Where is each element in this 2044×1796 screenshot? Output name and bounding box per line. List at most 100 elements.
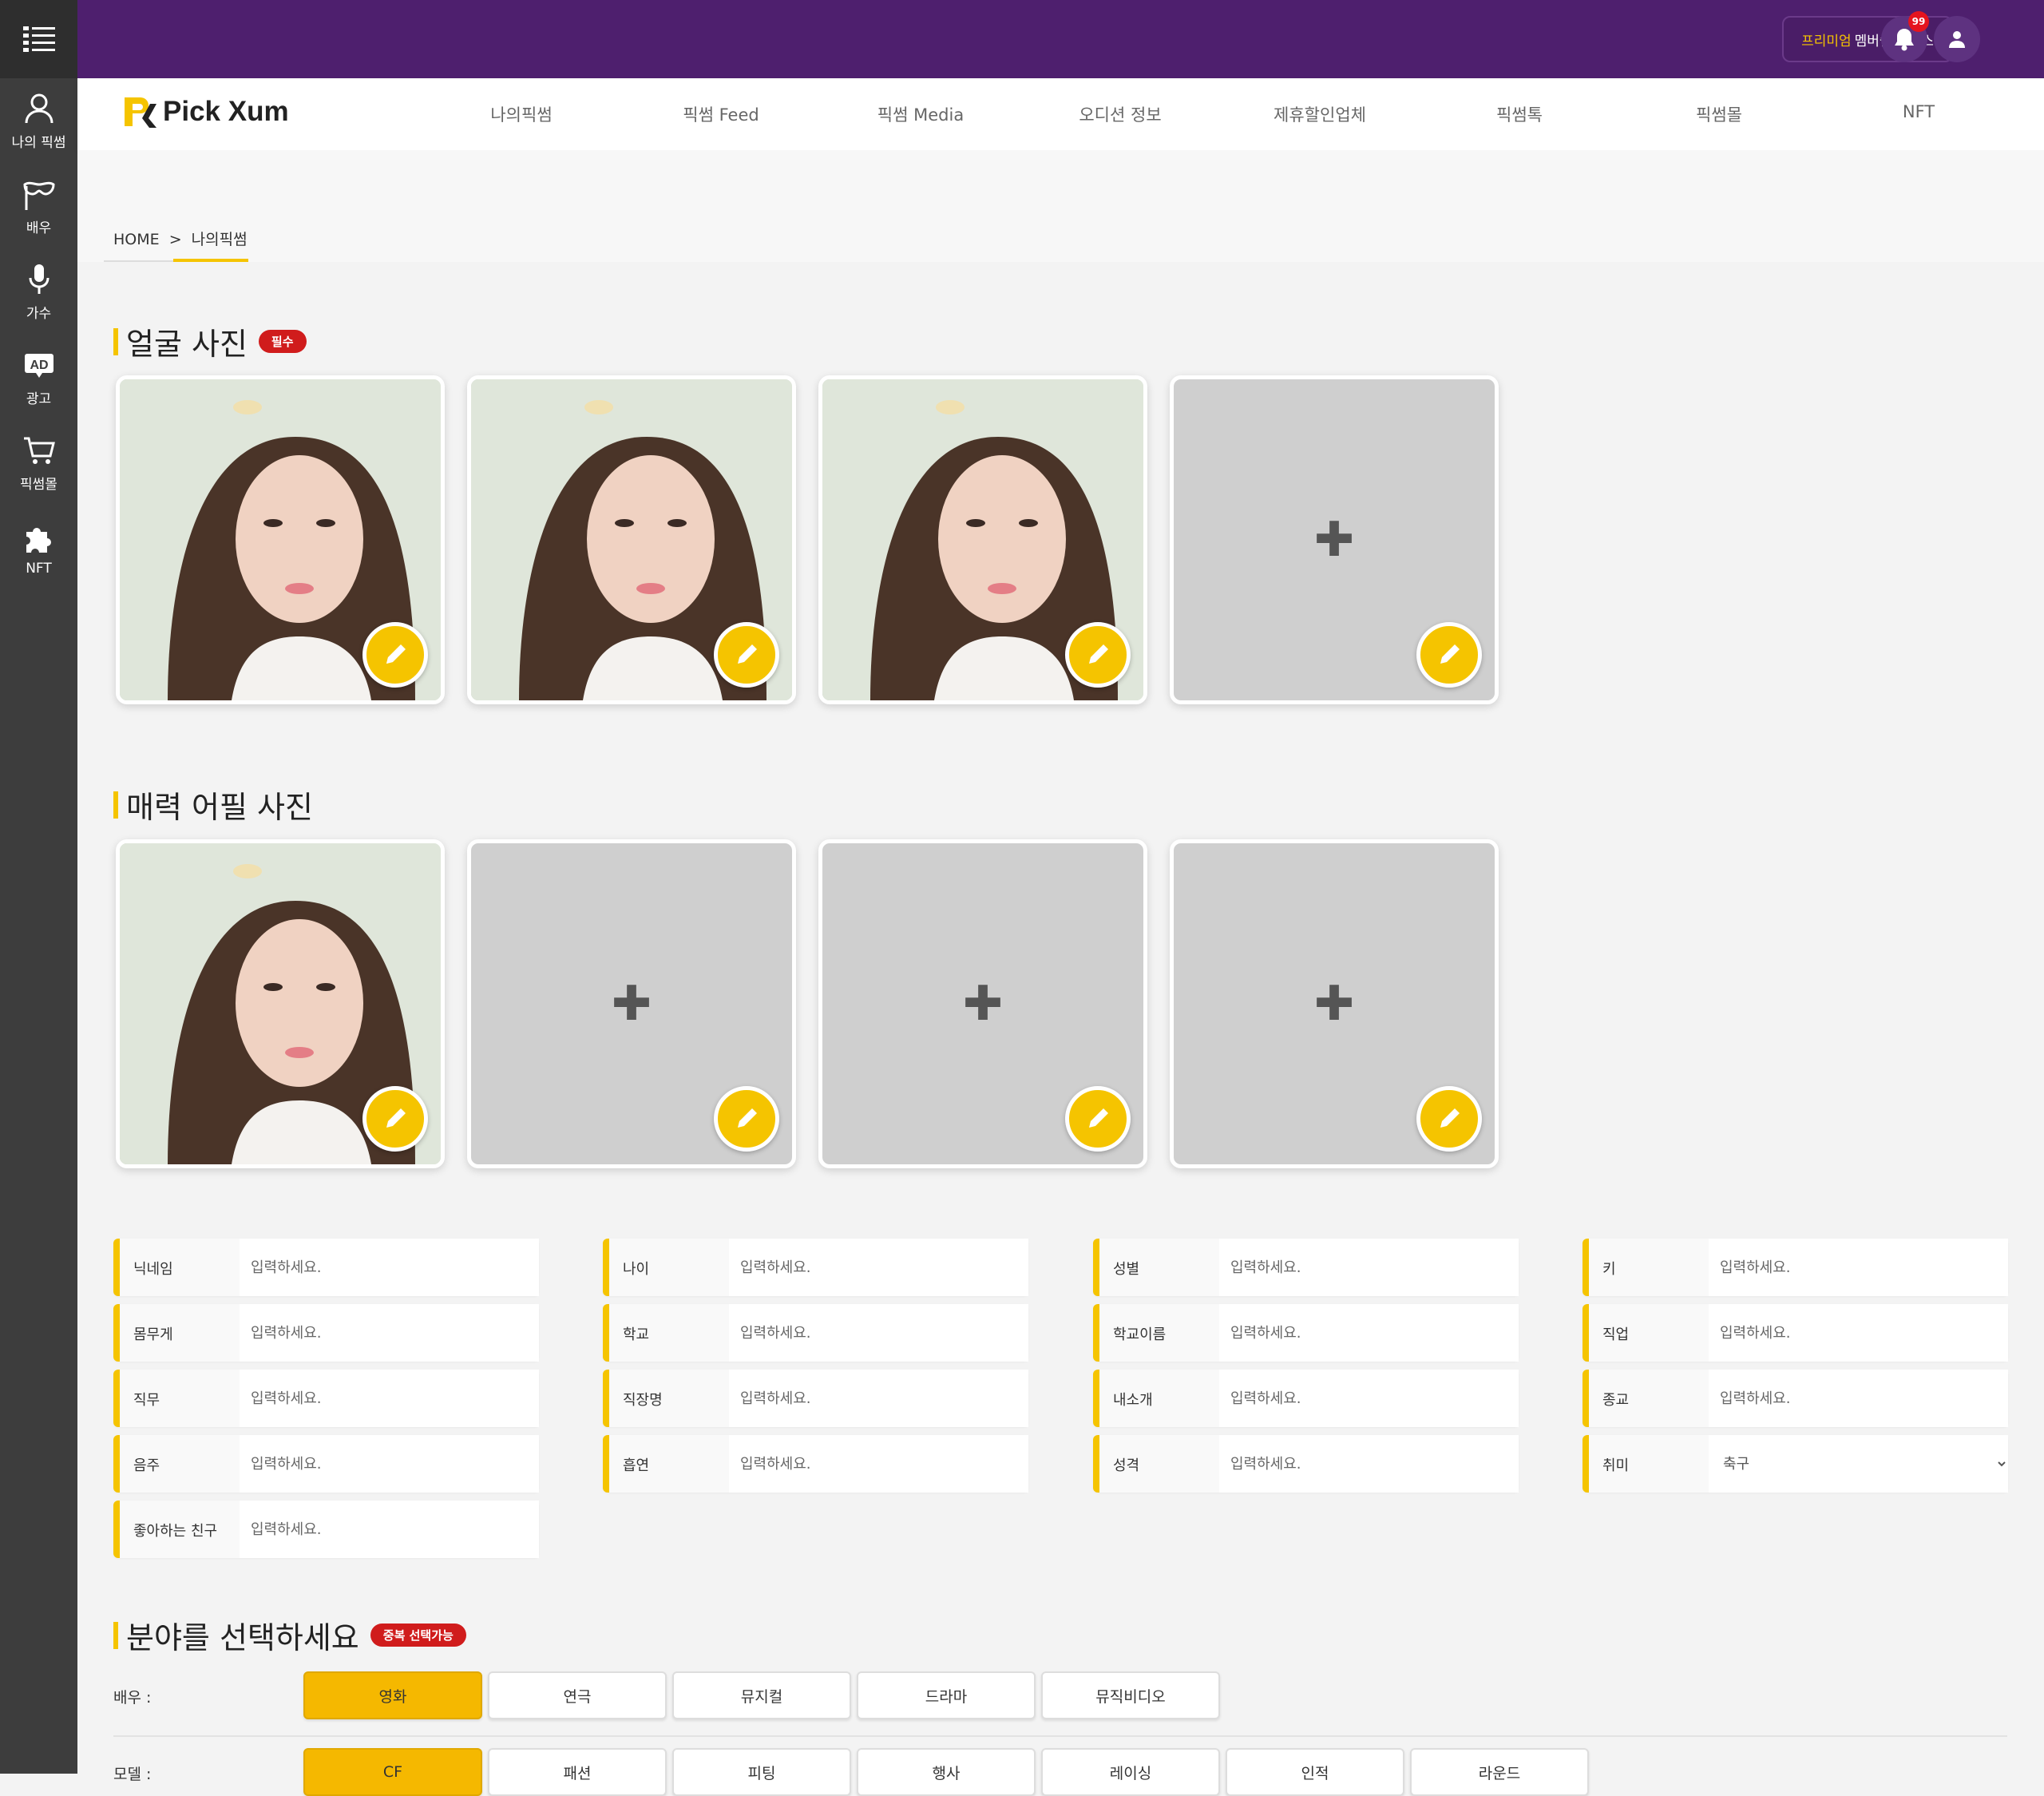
edit-button[interactable] (362, 622, 428, 688)
face-photos-title-text: 얼굴 사진 (126, 327, 248, 362)
actor-row-label: 배우 : (113, 1689, 152, 1707)
category-musical[interactable]: 뮤지컬 (672, 1671, 851, 1719)
appeal-photo-add[interactable]: ✚ (467, 839, 796, 1168)
field-label: 음주 (133, 1457, 160, 1474)
nav-item-my-pickxum[interactable]: 나의픽썸 (490, 102, 552, 126)
sidebar-item-mall[interactable]: 픽썸몰 (0, 420, 77, 505)
job-input[interactable] (1709, 1304, 2008, 1362)
edit-button[interactable] (1416, 622, 1482, 688)
sidebar-item-label: NFT (26, 560, 52, 577)
plus-icon: ✚ (1313, 512, 1355, 568)
premium-highlight: 프리미엄 (1801, 33, 1852, 50)
category-fashion[interactable]: 패션 (488, 1748, 667, 1796)
breadcrumb-home[interactable]: HOME (113, 231, 160, 248)
title-accent (113, 791, 118, 819)
breadcrumb-band (77, 150, 2044, 262)
nickname-input[interactable] (240, 1239, 539, 1296)
user-icon (1949, 31, 1965, 48)
ad-icon: AD (24, 354, 53, 378)
breadcrumb-separator: > (168, 231, 182, 248)
category-movie[interactable]: 영화 (303, 1671, 482, 1719)
plus-icon: ✚ (1313, 976, 1355, 1032)
age-input[interactable] (729, 1239, 1028, 1296)
nav-item-mall[interactable]: 픽썸몰 (1696, 102, 1742, 126)
category-fitting[interactable]: 피팅 (672, 1748, 851, 1796)
face-photo-add[interactable]: ✚ (1170, 375, 1499, 704)
field-nickname: 닉네임 (113, 1239, 539, 1296)
sidebar-item-my-pickxum[interactable]: 나의 픽썸 (0, 78, 77, 164)
nav-item-feed[interactable]: 픽썸 Feed (683, 102, 759, 126)
duty-input[interactable] (240, 1370, 539, 1427)
nav-item-audition[interactable]: 오디션 정보 (1079, 102, 1161, 126)
hobby-select[interactable]: 축구 (1709, 1435, 2008, 1493)
pencil-icon (1440, 644, 1460, 664)
category-music-video[interactable]: 뮤직비디오 (1041, 1671, 1220, 1719)
category-racing[interactable]: 레이싱 (1041, 1748, 1220, 1796)
sidebar-item-actor[interactable]: 배우 (0, 164, 77, 249)
breadcrumb-active-indicator (173, 259, 248, 262)
notification-button[interactable]: 99 (1881, 11, 1929, 62)
field-school-name: 학교이름 (1093, 1304, 1519, 1362)
drinking-input[interactable] (240, 1435, 539, 1493)
appeal-photo-add[interactable]: ✚ (1170, 839, 1499, 1168)
edit-button[interactable] (714, 1086, 779, 1152)
nav-item-nft[interactable]: NFT (1903, 102, 1935, 121)
religion-input[interactable] (1709, 1370, 2008, 1427)
nav-item-media[interactable]: 픽썸 Media (877, 102, 964, 126)
sidebar-item-nft[interactable]: NFT (0, 505, 77, 591)
category-round[interactable]: 라운드 (1410, 1748, 1589, 1796)
sidebar-item-ad[interactable]: AD 광고 (0, 335, 77, 420)
favorite-friend-input[interactable] (240, 1501, 539, 1558)
appeal-photo-add[interactable]: ✚ (818, 839, 1147, 1168)
sidebar-item-label: 가수 (26, 306, 52, 322)
field-school: 학교 (603, 1304, 1028, 1362)
menu-toggle[interactable] (0, 0, 77, 78)
appeal-photo-1[interactable] (116, 839, 445, 1168)
nav-item-talk[interactable]: 픽썸톡 (1496, 102, 1543, 126)
face-photo-2[interactable] (467, 375, 796, 704)
mask-icon (22, 181, 55, 210)
height-input[interactable] (1709, 1239, 2008, 1296)
sidebar: 나의 픽썸 배우 가수 AD 광고 픽썸몰 NFT (0, 0, 77, 1774)
smoking-input[interactable] (729, 1435, 1028, 1493)
nav-item-partners[interactable]: 제휴할인업체 (1274, 102, 1366, 126)
category-title: 분야를 선택하세요 중복 선택가능 (113, 1613, 466, 1657)
edit-button[interactable] (362, 1086, 428, 1152)
gender-input[interactable] (1219, 1239, 1519, 1296)
weight-input[interactable] (240, 1304, 539, 1362)
sidebar-item-singer[interactable]: 가수 (0, 249, 77, 335)
category-personal[interactable]: 인적 (1226, 1748, 1404, 1796)
intro-input[interactable] (1219, 1370, 1519, 1427)
face-photo-1[interactable] (116, 375, 445, 704)
edit-button[interactable] (1065, 622, 1131, 688)
edit-button[interactable] (1065, 1086, 1131, 1152)
category-drama[interactable]: 드라마 (857, 1671, 1036, 1719)
title-accent (113, 327, 118, 355)
field-label: 취미 (1602, 1457, 1630, 1474)
personality-input[interactable] (1219, 1435, 1519, 1493)
pencil-icon (1440, 1108, 1460, 1128)
edit-button[interactable] (714, 622, 779, 688)
category-event[interactable]: 행사 (857, 1748, 1036, 1796)
field-gender: 성별 (1093, 1239, 1519, 1296)
field-duty: 직무 (113, 1370, 539, 1427)
category-play[interactable]: 연극 (488, 1671, 667, 1719)
field-label: 직업 (1602, 1326, 1630, 1343)
category-cf[interactable]: CF (303, 1748, 482, 1796)
face-photo-3[interactable] (818, 375, 1147, 704)
field-label: 학교이름 (1113, 1326, 1167, 1343)
pencil-icon (386, 644, 406, 664)
profile-button[interactable] (1934, 16, 1980, 62)
user-icon (25, 93, 53, 124)
edit-button[interactable] (1416, 1086, 1482, 1152)
field-label: 종교 (1602, 1392, 1630, 1409)
required-badge: 필수 (258, 330, 307, 353)
workplace-input[interactable] (729, 1370, 1028, 1427)
breadcrumb: HOME > 나의픽썸 (113, 228, 248, 249)
school-input[interactable] (729, 1304, 1028, 1362)
school-name-input[interactable] (1219, 1304, 1519, 1362)
logo[interactable]: Pick Xum (121, 93, 289, 131)
field-favorite-friend: 좋아하는 친구 (113, 1501, 539, 1558)
sidebar-item-label: 광고 (26, 391, 52, 407)
field-intro: 내소개 (1093, 1370, 1519, 1427)
